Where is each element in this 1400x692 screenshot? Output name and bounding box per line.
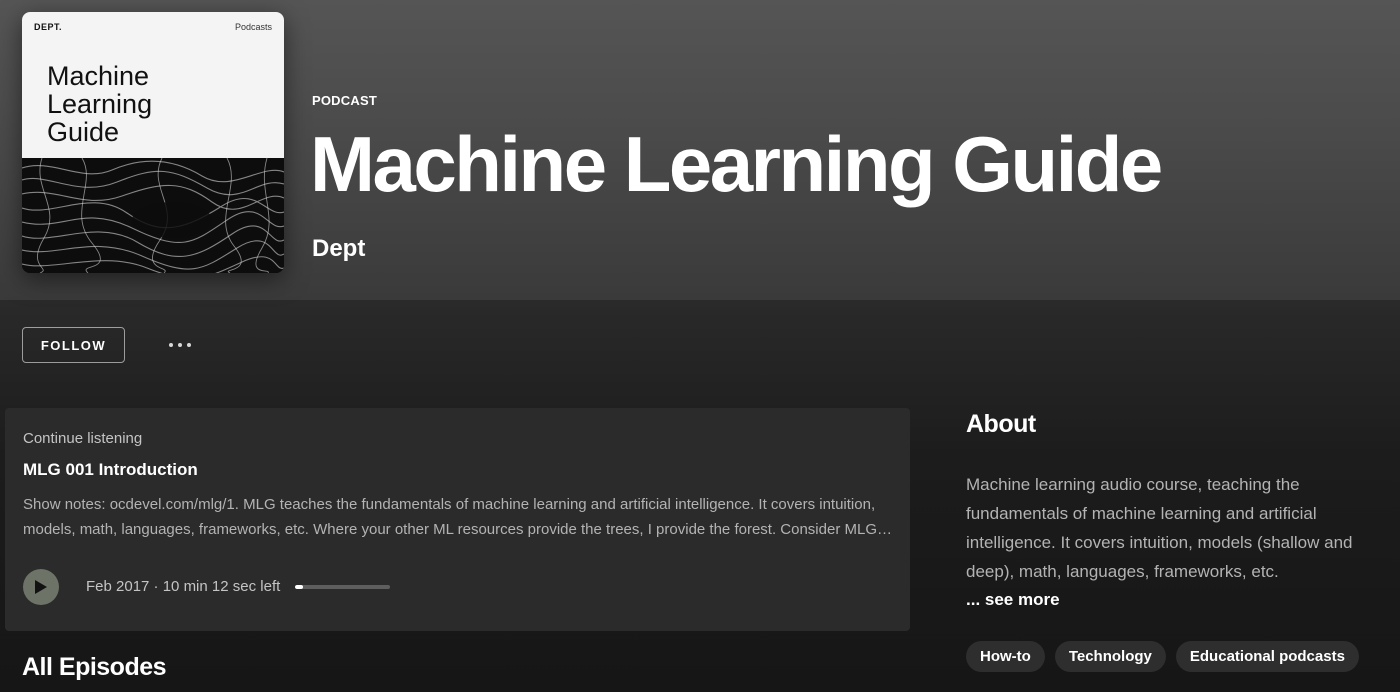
about-description: Machine learning audio course, teaching … <box>966 475 1353 581</box>
category-tags: How-to Technology Educational podcasts <box>966 641 1359 672</box>
tag-educational-podcasts[interactable]: Educational podcasts <box>1175 641 1359 672</box>
episode-description: Show notes: ocdevel.com/mlg/1. MLG teach… <box>23 496 877 538</box>
more-horizontal-icon <box>178 343 182 347</box>
continue-listening-label: Continue listening <box>23 430 143 447</box>
cover-title-line: Machine <box>47 61 150 91</box>
play-icon <box>35 580 47 594</box>
cover-title-line: Learning <box>47 89 153 119</box>
more-options-button[interactable] <box>160 333 200 357</box>
cover-wave-pattern <box>22 158 284 273</box>
follow-button[interactable]: FOLLOW <box>22 327 125 363</box>
cover-title-panel: DEPT. Podcasts Machine Learning Guide <box>22 12 284 158</box>
podcast-cover-art: DEPT. Podcasts Machine Learning Guide <box>22 12 284 273</box>
more-horizontal-icon <box>169 343 173 347</box>
more-horizontal-icon <box>187 343 191 347</box>
podcast-author-link[interactable]: Dept <box>312 235 365 263</box>
episode-meta: Feb 2017 · 10 min 12 sec left <box>86 578 281 595</box>
tag-how-to[interactable]: How-to <box>966 641 1045 672</box>
all-episodes-heading: All Episodes <box>22 653 167 681</box>
cover-brand: DEPT. <box>34 22 63 32</box>
episode-progress-fill <box>295 585 303 589</box>
episode-progress-bar <box>295 585 390 589</box>
cover-title: Machine Learning Guide <box>47 62 247 146</box>
see-more-link[interactable]: ... see more <box>966 590 1060 610</box>
podcast-type-label: PODCAST <box>312 93 377 108</box>
episode-title-link[interactable]: MLG 001 Introduction <box>23 460 198 480</box>
cover-tag: Podcasts <box>234 22 272 32</box>
continue-listening-card[interactable]: Continue listening MLG 001 Introduction … <box>5 408 910 631</box>
tag-technology[interactable]: Technology <box>1054 641 1166 672</box>
play-button[interactable] <box>23 569 59 605</box>
about-heading: About <box>966 410 1036 438</box>
cover-title-line: Guide <box>47 117 120 147</box>
page-title: Machine Learning Guide <box>310 120 1163 208</box>
